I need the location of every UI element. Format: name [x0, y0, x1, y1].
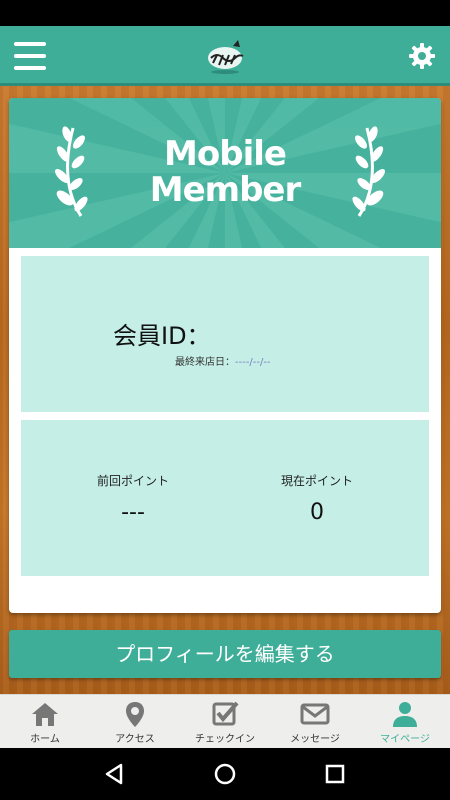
- tab-checkin[interactable]: チェックイン: [180, 695, 270, 748]
- previous-points-value: ---: [121, 500, 145, 525]
- last-visit: 最終来店日：----/--/--: [175, 353, 271, 368]
- member-info-panel: 会員ID： 最終来店日：----/--/--: [21, 256, 429, 412]
- tab-mypage[interactable]: マイページ: [360, 695, 450, 748]
- tab-access[interactable]: アクセス: [90, 695, 180, 748]
- previous-points-label: 前回ポイント: [96, 474, 169, 488]
- points-panel: 前回ポイント --- 現在ポイント 0: [21, 420, 429, 576]
- app-bar: [0, 26, 450, 86]
- laurel-right-icon: [352, 126, 385, 217]
- tab-message[interactable]: メッセージ: [270, 695, 360, 748]
- home-icon: [32, 703, 58, 726]
- home-circle-icon[interactable]: [210, 759, 240, 789]
- current-points-value: 0: [310, 500, 324, 525]
- recents-square-icon[interactable]: [320, 759, 350, 789]
- edit-profile-button[interactable]: プロフィールを編集する: [9, 630, 441, 678]
- map-pin-icon: [126, 702, 144, 727]
- back-triangle-icon[interactable]: [100, 759, 130, 789]
- last-visit-label: 最終来店日：: [175, 357, 235, 368]
- android-nav-bar: [0, 748, 450, 800]
- hamburger-menu-icon[interactable]: [14, 42, 46, 70]
- last-visit-value: ----/--/--: [235, 357, 271, 368]
- member-banner: Mobile Member: [9, 98, 441, 248]
- person-icon: [393, 702, 417, 727]
- checkbox-icon: [212, 701, 239, 726]
- tab-access-label: アクセス: [115, 734, 155, 745]
- tab-message-label: メッセージ: [290, 734, 340, 745]
- zebra-logo-icon: [208, 40, 244, 74]
- wood-background: Mobile Member 会員ID： 最終来店日：----/--/-- 前回ポ…: [0, 86, 450, 694]
- envelope-icon: [300, 703, 330, 725]
- tab-home[interactable]: ホーム: [0, 695, 90, 748]
- tab-mypage-label: マイページ: [380, 734, 430, 745]
- tab-home-label: ホーム: [30, 734, 60, 745]
- tab-checkin-label: チェックイン: [195, 734, 255, 745]
- bottom-tab-bar: ホーム アクセス チェックイン メッセージ マイページ: [0, 694, 450, 748]
- member-card: Mobile Member 会員ID： 最終来店日：----/--/-- 前回ポ…: [9, 98, 441, 613]
- member-id-label: 会員ID：: [113, 322, 211, 350]
- current-points-label: 現在ポイント: [280, 474, 353, 488]
- status-bar: [0, 0, 450, 26]
- gear-icon[interactable]: [408, 42, 436, 70]
